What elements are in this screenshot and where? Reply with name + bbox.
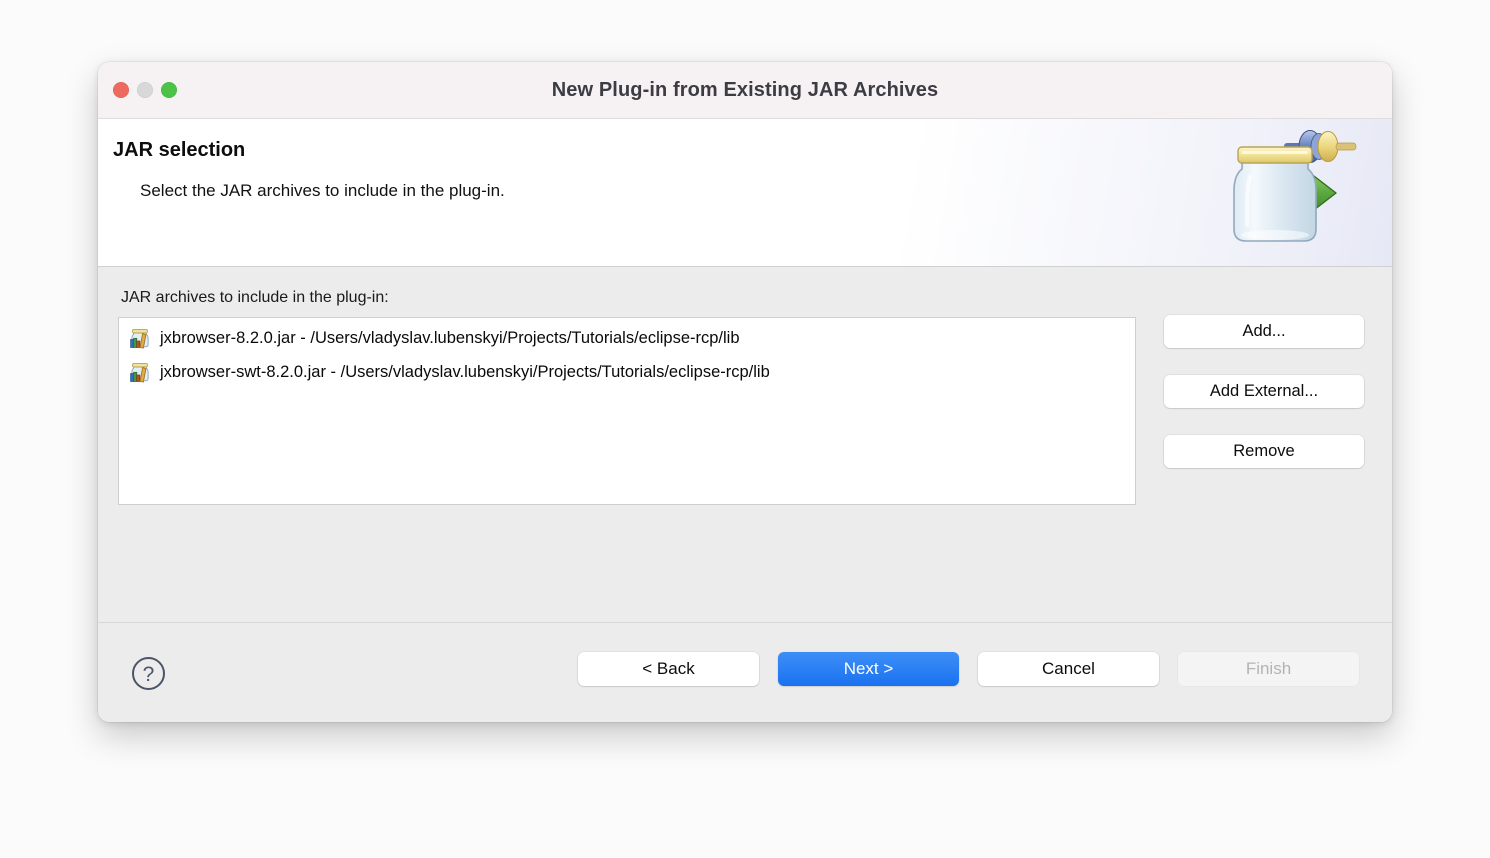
- list-item[interactable]: jxbrowser-8.2.0.jar - /Users/vladyslav.l…: [119, 321, 1135, 355]
- jar-graphic: [1233, 146, 1317, 242]
- list-item-label: jxbrowser-swt-8.2.0.jar - /Users/vladysl…: [160, 362, 770, 381]
- window-title: New Plug-in from Existing JAR Archives: [551, 78, 939, 101]
- back-button[interactable]: < Back: [578, 652, 759, 686]
- jar-plugin-banner-icon: [1224, 121, 1384, 249]
- jar-archive-icon: [129, 327, 151, 349]
- page-title: JAR selection: [113, 139, 246, 161]
- cancel-button[interactable]: Cancel: [978, 652, 1159, 686]
- jar-archives-list[interactable]: jxbrowser-8.2.0.jar - /Users/vladyslav.l…: [118, 317, 1136, 505]
- page-subtitle: Select the JAR archives to include in th…: [140, 181, 505, 200]
- maximize-button[interactable]: [161, 82, 177, 98]
- finish-button: Finish: [1178, 652, 1359, 686]
- wizard-navigation-buttons: < Back Next > Cancel Finish: [578, 652, 1359, 686]
- traffic-light-controls: [113, 82, 177, 98]
- add-button[interactable]: Add...: [1164, 315, 1364, 348]
- dialog-window: New Plug-in from Existing JAR Archives J…: [98, 62, 1392, 722]
- content-area: JAR archives to include in the plug-in: …: [98, 267, 1392, 622]
- wizard-banner: JAR selection Select the JAR archives to…: [98, 119, 1392, 267]
- add-external-button[interactable]: Add External...: [1164, 375, 1364, 408]
- title-bar: New Plug-in from Existing JAR Archives: [98, 62, 1392, 119]
- close-button[interactable]: [113, 82, 129, 98]
- jar-archive-icon: [129, 361, 151, 383]
- dialog-footer: ? < Back Next > Cancel Finish: [98, 622, 1392, 722]
- remove-button[interactable]: Remove: [1164, 435, 1364, 468]
- next-button[interactable]: Next >: [778, 652, 959, 686]
- list-item-label: jxbrowser-8.2.0.jar - /Users/vladyslav.l…: [160, 328, 740, 347]
- help-icon[interactable]: ?: [131, 656, 166, 691]
- svg-text:?: ?: [143, 663, 155, 686]
- jar-list-actions: Add... Add External... Remove: [1164, 315, 1364, 468]
- list-item[interactable]: jxbrowser-swt-8.2.0.jar - /Users/vladysl…: [119, 355, 1135, 389]
- minimize-button[interactable]: [137, 82, 153, 98]
- jar-list-label: JAR archives to include in the plug-in:: [121, 289, 389, 306]
